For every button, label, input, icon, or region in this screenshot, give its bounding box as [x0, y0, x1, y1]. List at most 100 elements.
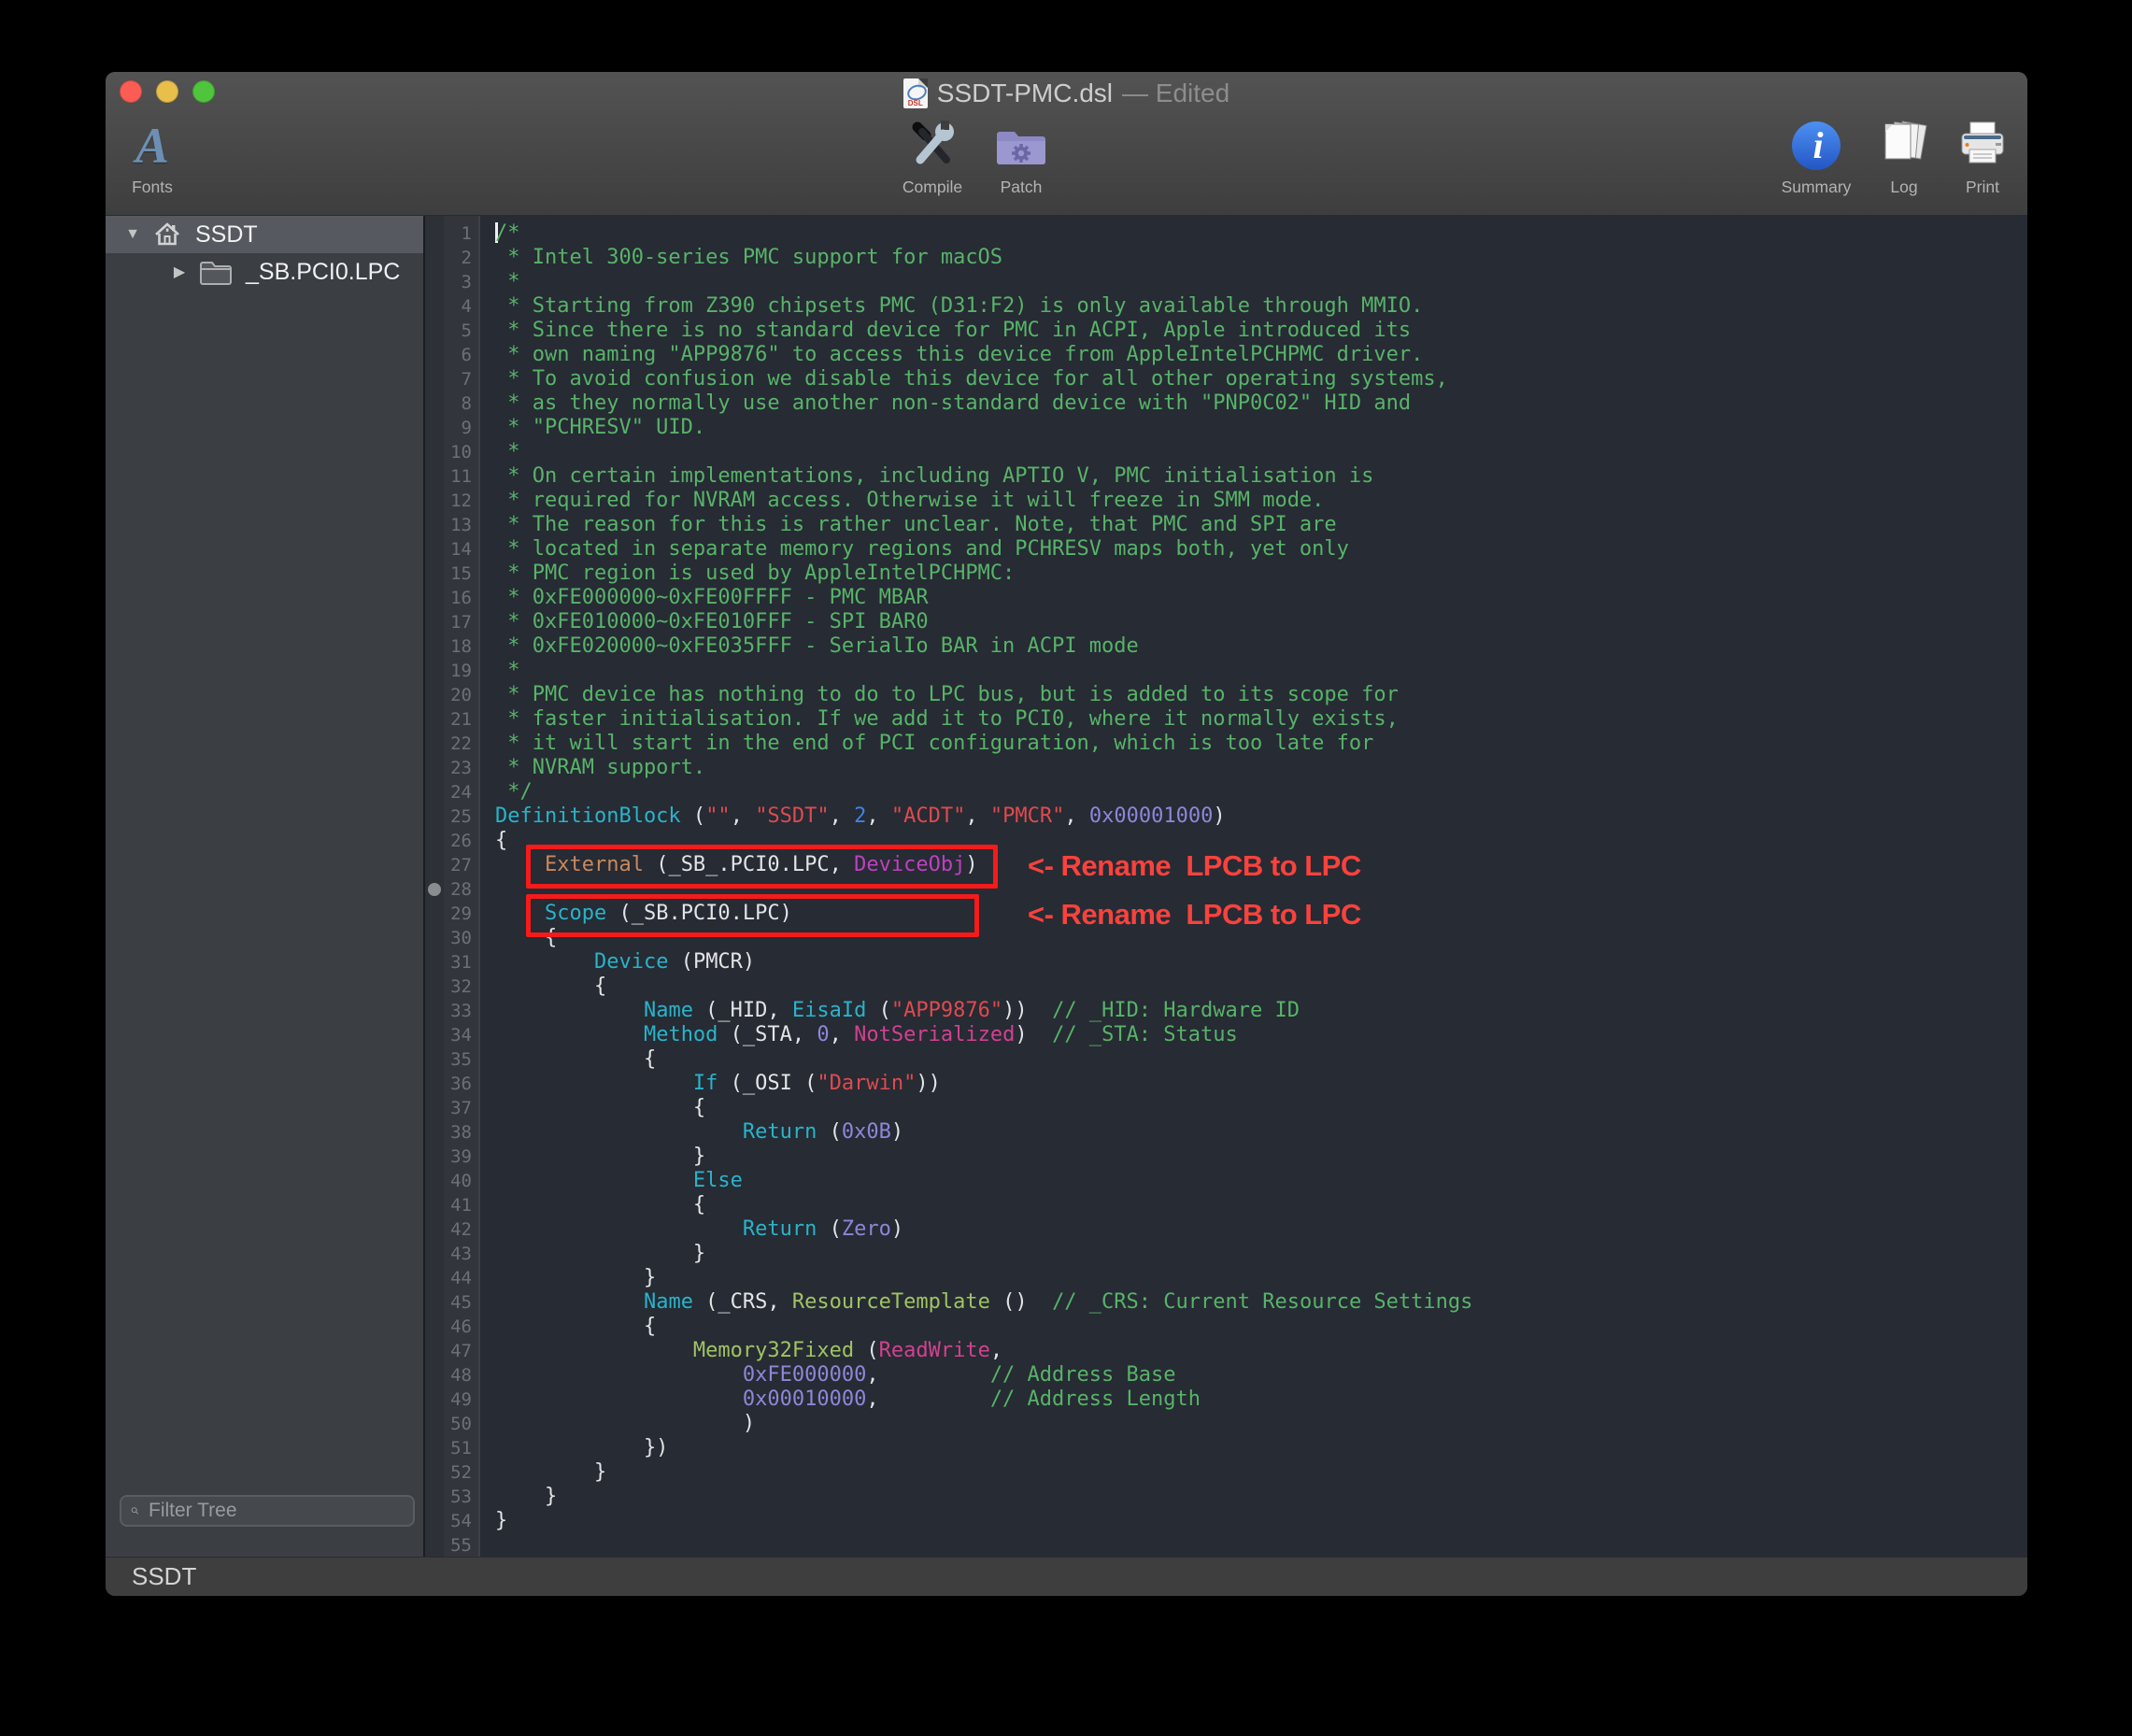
line-number: 54	[444, 1509, 478, 1533]
line-number: 49	[444, 1387, 478, 1412]
code-line: 37 {	[425, 1096, 2027, 1120]
code-line: 31 Device (PMCR)	[425, 950, 2027, 975]
status-bar: SSDT	[106, 1557, 2027, 1596]
acpi-tree-sidebar: ▼ SSDT ▶	[106, 216, 425, 1557]
line-number: 41	[444, 1193, 478, 1217]
patch-button[interactable]: Patch	[960, 117, 1082, 197]
code-line: 45 Name (_CRS, ResourceTemplate () // _C…	[425, 1290, 2027, 1315]
code-line: 15 * PMC region is used by AppleIntelPCH…	[425, 562, 2027, 586]
code-line: 17 * 0xFE010000~0xFE010FFF - SPI BAR0	[425, 610, 2027, 634]
window-title-edited: — Edited	[1122, 78, 1229, 108]
disclosure-collapsed-icon[interactable]: ▶	[171, 263, 188, 281]
compile-icon	[905, 117, 959, 175]
main-content: ▼ SSDT ▶	[106, 216, 2027, 1557]
code-line: 39 }	[425, 1145, 2027, 1169]
line-number: 15	[444, 562, 478, 586]
line-number: 46	[444, 1315, 478, 1339]
tree-item-label: _SB.PCI0.LPC	[246, 259, 400, 286]
line-number: 7	[444, 367, 478, 391]
code-line: 35 {	[425, 1047, 2027, 1072]
code-line: 2 * Intel 300-series PMC support for mac…	[425, 246, 2027, 270]
code-line: 14 * located in separate memory regions …	[425, 537, 2027, 562]
gutter-marker-dot	[428, 883, 441, 896]
line-number: 12	[444, 489, 478, 513]
tree-item-ssdt[interactable]: ▼ SSDT	[106, 216, 423, 253]
line-number: 14	[444, 537, 478, 562]
line-number: 45	[444, 1290, 478, 1315]
line-number: 13	[444, 513, 478, 537]
desktop: { "titlebar": { "filename": "SSDT-PMC.ds…	[0, 0, 2132, 1736]
code-line: 8 * as they normally use another non-sta…	[425, 391, 2027, 416]
code-line: 29 Scope (_SB.PCI0.LPC)	[425, 902, 2027, 926]
line-number: 31	[444, 950, 478, 975]
code-lines: 1/*2 * Intel 300-series PMC support for …	[425, 216, 2027, 1557]
code-line: 5 * Since there is no standard device fo…	[425, 319, 2027, 343]
code-line: 30 {	[425, 926, 2027, 950]
line-number: 27	[444, 853, 478, 877]
svg-text:i: i	[1812, 124, 1823, 166]
line-number: 9	[444, 416, 478, 440]
code-line: 36 If (_OSI ("Darwin"))	[425, 1072, 2027, 1096]
code-line: 9 * "PCHRESV" UID.	[425, 416, 2027, 440]
code-line: 26{	[425, 829, 2027, 853]
line-number: 17	[444, 610, 478, 634]
code-line: 42 Return (Zero)	[425, 1217, 2027, 1242]
code-editor[interactable]: 1/*2 * Intel 300-series PMC support for …	[425, 216, 2027, 1557]
code-line: 19 *	[425, 659, 2027, 683]
filter-tree-input[interactable]	[147, 1499, 404, 1523]
line-number: 51	[444, 1436, 478, 1460]
titlebar-toolbar: DSL SSDT-PMC.dsl — Edited A Fonts Compil…	[106, 72, 2027, 216]
code-line: 22 * it will start in the end of PCI con…	[425, 732, 2027, 756]
window-title-filename: SSDT-PMC.dsl	[937, 78, 1113, 108]
disclosure-expanded-icon[interactable]: ▼	[124, 226, 141, 243]
code-line: 1/*	[425, 221, 2027, 246]
line-number: 26	[444, 829, 478, 853]
code-line: 44 }	[425, 1266, 2027, 1290]
line-number: 25	[444, 804, 478, 829]
code-line: 32 {	[425, 975, 2027, 999]
code-line: 50 )	[425, 1412, 2027, 1436]
code-line: 12 * required for NVRAM access. Otherwis…	[425, 489, 2027, 513]
line-number: 23	[444, 756, 478, 780]
line-number: 2	[444, 246, 478, 270]
maciasl-window: DSL SSDT-PMC.dsl — Edited A Fonts Compil…	[106, 72, 2027, 1596]
print-button[interactable]: Print	[1922, 117, 2027, 197]
code-line: 10 *	[425, 440, 2027, 464]
code-line: 20 * PMC device has nothing to do to LPC…	[425, 683, 2027, 707]
code-line: 11 * On certain implementations, includi…	[425, 464, 2027, 489]
fonts-icon: A	[135, 117, 169, 175]
line-number: 6	[444, 343, 478, 367]
code-line: 41 {	[425, 1193, 2027, 1217]
line-number: 43	[444, 1242, 478, 1266]
code-line: 54}	[425, 1509, 2027, 1533]
fonts-button[interactable]: A Fonts	[106, 117, 213, 197]
code-line: 25DefinitionBlock ("", "SSDT", 2, "ACDT"…	[425, 804, 2027, 829]
code-line: 53 }	[425, 1485, 2027, 1509]
code-line: 18 * 0xFE020000~0xFE035FFF - SerialIo BA…	[425, 634, 2027, 659]
document-icon: DSL	[903, 78, 928, 108]
tree-item-sb-pci0-lpc[interactable]: ▶ _SB.PCI0.LPC	[106, 253, 423, 291]
patch-icon	[994, 117, 1048, 175]
code-line: 21 * faster initialisation. If we add it…	[425, 707, 2027, 732]
code-line: 43 }	[425, 1242, 2027, 1266]
code-line: 55	[425, 1533, 2027, 1557]
code-line: 38 Return (0x0B)	[425, 1120, 2027, 1145]
line-number: 5	[444, 319, 478, 343]
line-number: 47	[444, 1339, 478, 1363]
search-icon	[131, 1501, 139, 1521]
code-line: 3 *	[425, 270, 2027, 294]
line-number: 36	[444, 1072, 478, 1096]
code-line: 33 Name (_HID, EisaId ("APP9876")) // _H…	[425, 999, 2027, 1023]
line-number: 21	[444, 707, 478, 732]
line-number: 37	[444, 1096, 478, 1120]
line-number: 34	[444, 1023, 478, 1047]
filter-tree-field[interactable]	[120, 1495, 415, 1527]
line-number: 8	[444, 391, 478, 416]
line-number: 38	[444, 1120, 478, 1145]
line-number: 1	[444, 221, 478, 246]
line-number: 30	[444, 926, 478, 950]
line-number: 28	[444, 877, 478, 902]
code-line: 24 */	[425, 780, 2027, 804]
printer-icon	[1955, 117, 2010, 175]
line-number: 19	[444, 659, 478, 683]
